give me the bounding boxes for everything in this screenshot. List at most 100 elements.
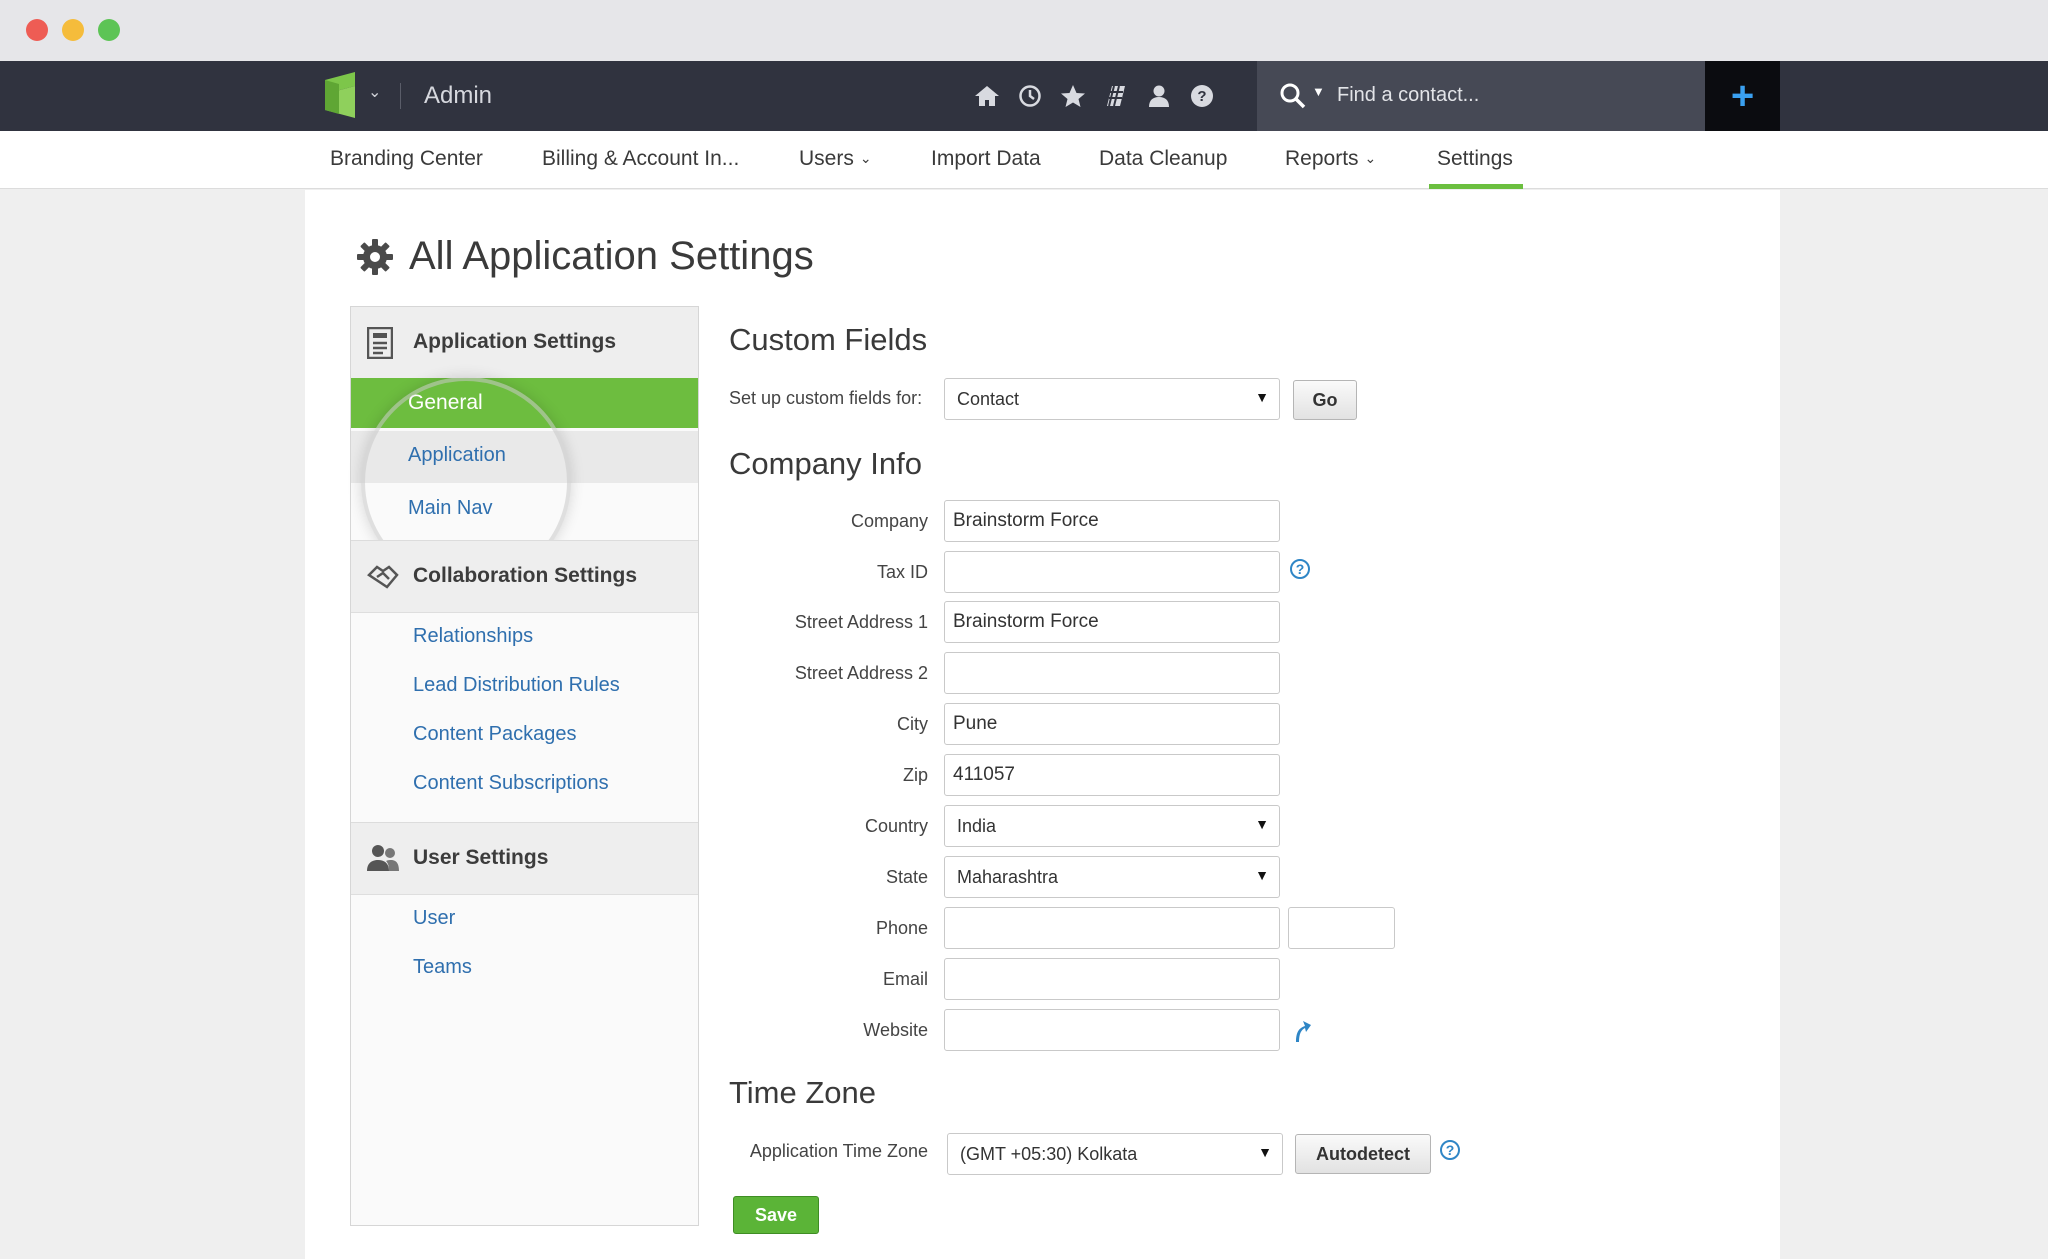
zip-input[interactable] <box>944 754 1280 796</box>
dropdown-arrow-icon: ▼ <box>1258 1144 1272 1160</box>
phone-input[interactable] <box>944 907 1280 949</box>
subnav-billing-account[interactable]: Billing & Account In... <box>542 147 739 171</box>
sidebar-section-title: User Settings <box>413 846 549 869</box>
subnav-import-data[interactable]: Import Data <box>931 147 1041 171</box>
company-label: Company <box>850 511 928 531</box>
main-content-panel: All Application Settings Application Set… <box>305 190 1780 1259</box>
company-input[interactable] <box>944 500 1280 542</box>
chevron-down-icon: ⌄ <box>1364 150 1377 166</box>
street-address-1-input[interactable] <box>944 601 1280 643</box>
autodetect-button[interactable]: Autodetect <box>1295 1134 1431 1174</box>
phone-extension-input[interactable] <box>1288 907 1395 949</box>
custom-fields-heading: Custom Fields <box>729 322 928 357</box>
sidebar-item-content-packages[interactable]: Content Packages <box>413 723 576 746</box>
help-icon[interactable]: ? <box>1187 81 1217 111</box>
sidebar-item-main-nav[interactable]: Main Nav <box>408 497 492 520</box>
sidebar-item-application-highlight <box>351 431 698 483</box>
sidebar-item-application[interactable]: Application <box>408 444 506 467</box>
settings-form: Custom Fields Set up custom fields for: … <box>729 190 1729 1259</box>
city-label: City <box>897 714 928 734</box>
top-icon-bar: ? <box>972 81 1217 111</box>
custom-fields-object-select[interactable]: Contact ▼ <box>944 378 1280 420</box>
sidebar-item-relationships[interactable]: Relationships <box>413 625 533 648</box>
sidebar-item-teams[interactable]: Teams <box>413 956 472 979</box>
state-selected-value: Maharashtra <box>957 866 1059 887</box>
email-input[interactable] <box>944 958 1280 1000</box>
home-icon[interactable] <box>972 81 1002 111</box>
document-icon <box>367 327 393 359</box>
subnav-branding-center[interactable]: Branding Center <box>330 147 483 171</box>
section-title: Admin <box>424 82 493 109</box>
search-icon[interactable] <box>1279 82 1307 110</box>
add-new-button[interactable]: + <box>1705 61 1780 131</box>
settings-sidebar: Application Settings General Application… <box>350 306 699 1226</box>
website-input[interactable] <box>944 1009 1280 1051</box>
search-input[interactable] <box>1337 75 1687 115</box>
logo-menu-chevron-icon[interactable]: ⌄ <box>368 82 381 102</box>
sidebar-item-lead-distribution-rules[interactable]: Lead Distribution Rules <box>413 674 620 697</box>
company-info-heading: Company Info <box>729 446 922 481</box>
phone-label: Phone <box>875 918 928 938</box>
divider <box>400 83 401 109</box>
window-minimize-button[interactable] <box>62 19 84 41</box>
clock-icon[interactable] <box>1015 81 1045 111</box>
country-selected-value: India <box>957 815 997 836</box>
gear-icon <box>357 238 393 275</box>
street-address-2-label: Street Address 2 <box>794 663 928 683</box>
sidebar-item-content-subscriptions[interactable]: Content Subscriptions <box>413 772 609 795</box>
sidebar-item-label: General <box>408 391 483 414</box>
flag-icon[interactable] <box>1101 81 1131 111</box>
subnav-users-label: Users <box>799 147 854 170</box>
handshake-icon <box>367 565 399 589</box>
country-label: Country <box>864 816 928 836</box>
dropdown-arrow-icon: ▼ <box>1255 816 1269 832</box>
website-label: Website <box>863 1020 928 1040</box>
sidebar-item-general[interactable]: General <box>351 378 698 428</box>
sidebar-section-collaboration-settings: Collaboration Settings <box>351 541 698 613</box>
city-input[interactable] <box>944 703 1280 745</box>
time-zone-select[interactable]: (GMT +05:30) Kolkata ▼ <box>947 1133 1283 1175</box>
svg-text:?: ? <box>1197 88 1206 105</box>
tax-id-help-icon[interactable]: ? <box>1290 559 1310 579</box>
subnav-settings[interactable]: Settings <box>1437 147 1513 171</box>
sidebar-item-user[interactable]: User <box>413 907 455 930</box>
dropdown-arrow-icon: ▼ <box>1255 389 1269 405</box>
subnav-reports-label: Reports <box>1285 147 1359 170</box>
state-select[interactable]: Maharashtra ▼ <box>944 856 1280 898</box>
open-link-arrow-icon[interactable] <box>1290 1018 1312 1044</box>
custom-fields-label: Set up custom fields for: <box>729 388 923 408</box>
tax-id-label: Tax ID <box>876 562 928 582</box>
dropdown-arrow-icon: ▼ <box>1255 867 1269 883</box>
window-maximize-button[interactable] <box>98 19 120 41</box>
admin-sub-navigation: Branding Center Billing & Account In... … <box>0 131 2048 189</box>
chevron-down-icon: ⌄ <box>859 150 872 166</box>
search-options-caret-icon[interactable]: ▼ <box>1312 84 1325 99</box>
star-icon[interactable] <box>1058 81 1088 111</box>
sidebar-section-title: Application Settings <box>413 330 617 353</box>
subnav-users[interactable]: Users ⌄ <box>799 147 872 171</box>
top-navigation-bar: ⌄ Admin ? ▼ + <box>0 61 2048 131</box>
country-select[interactable]: India ▼ <box>944 805 1280 847</box>
users-icon <box>367 845 399 871</box>
user-icon[interactable] <box>1144 81 1174 111</box>
subnav-data-cleanup[interactable]: Data Cleanup <box>1099 147 1227 171</box>
time-zone-help-icon[interactable]: ? <box>1440 1140 1460 1160</box>
street-address-1-label: Street Address 1 <box>794 612 928 632</box>
window-titlebar <box>0 0 2048 61</box>
time-zone-heading: Time Zone <box>729 1075 877 1110</box>
window-close-button[interactable] <box>26 19 48 41</box>
go-button[interactable]: Go <box>1293 380 1357 420</box>
app-logo-icon[interactable] <box>325 72 355 118</box>
sidebar-section-application-settings: Application Settings <box>351 307 698 379</box>
email-label: Email <box>882 969 928 989</box>
time-zone-selected-value: (GMT +05:30) Kolkata <box>960 1143 1138 1164</box>
tax-id-input[interactable] <box>944 551 1280 593</box>
custom-fields-selected-value: Contact <box>957 388 1020 409</box>
sidebar-section-title: Collaboration Settings <box>413 564 638 587</box>
save-button[interactable]: Save <box>733 1196 819 1234</box>
street-address-2-input[interactable] <box>944 652 1280 694</box>
subnav-reports[interactable]: Reports ⌄ <box>1285 147 1376 171</box>
contact-search: ▼ <box>1257 61 1705 131</box>
sidebar-section-user-settings: User Settings <box>351 823 698 895</box>
zip-label: Zip <box>902 765 928 785</box>
